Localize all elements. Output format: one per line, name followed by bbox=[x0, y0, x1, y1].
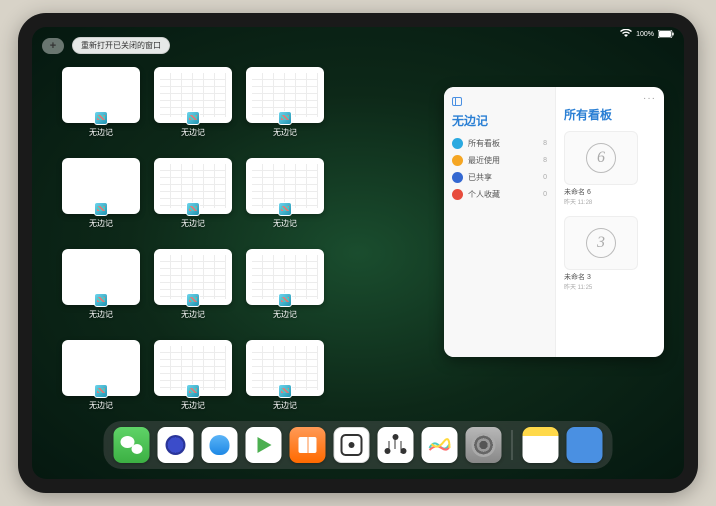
freeform-app-icon bbox=[278, 384, 292, 398]
freeform-app-icon bbox=[186, 293, 200, 307]
window-thumbnail[interactable]: 无边记 bbox=[62, 340, 140, 411]
window-thumbnail[interactable]: 无边记 bbox=[154, 158, 232, 229]
board-item[interactable]: 3 未命名 3 昨天 11:25 bbox=[564, 216, 656, 291]
thumbnail-label: 无边记 bbox=[89, 218, 113, 229]
clock-icon bbox=[452, 155, 463, 166]
board-preview: 6 bbox=[564, 131, 638, 185]
nodes-icon[interactable] bbox=[378, 427, 414, 463]
panel-right-title: 所有看板 bbox=[564, 106, 656, 123]
thumbnail-label: 无边记 bbox=[181, 127, 205, 138]
thumbnail-label: 无边记 bbox=[89, 309, 113, 320]
dice-icon[interactable] bbox=[334, 427, 370, 463]
window-thumbnail[interactable]: 无边记 bbox=[154, 249, 232, 320]
settings-icon[interactable] bbox=[466, 427, 502, 463]
window-thumbnail[interactable]: 无边记 bbox=[62, 67, 140, 138]
window-thumbnail[interactable]: 无边记 bbox=[62, 158, 140, 229]
top-bar: + 重新打开已关闭的窗口 bbox=[42, 37, 170, 54]
app-folder-icon[interactable] bbox=[567, 427, 603, 463]
thumbnail-label: 无边记 bbox=[181, 400, 205, 411]
category-all-boards[interactable]: 所有看板 8 bbox=[452, 135, 547, 152]
freeform-app-icon bbox=[186, 202, 200, 216]
freeform-icon[interactable] bbox=[422, 427, 458, 463]
board-name: 未命名 6 bbox=[564, 187, 656, 197]
screen: 100% + 重新打开已关闭的窗口 无边记 无边记 无边记 无边记 无边记 无边… bbox=[32, 27, 684, 479]
grid-icon bbox=[452, 138, 463, 149]
category-recent[interactable]: 最近使用 8 bbox=[452, 152, 547, 169]
play-icon[interactable] bbox=[246, 427, 282, 463]
wechat-icon[interactable] bbox=[114, 427, 150, 463]
panel-left-title: 无边记 bbox=[452, 112, 547, 129]
thumbnail-label: 无边记 bbox=[273, 309, 297, 320]
category-favorites[interactable]: 个人收藏 0 bbox=[452, 186, 547, 203]
window-thumbnail[interactable]: 无边记 bbox=[62, 249, 140, 320]
board-time: 昨天 11:25 bbox=[564, 282, 656, 291]
freeform-app-icon bbox=[94, 111, 108, 125]
freeform-app-icon bbox=[94, 202, 108, 216]
board-item[interactable]: 6 未命名 6 昨天 11:28 bbox=[564, 131, 656, 206]
thumbnail-label: 无边记 bbox=[181, 218, 205, 229]
heart-icon bbox=[452, 189, 463, 200]
qqbrowser-icon[interactable] bbox=[202, 427, 238, 463]
quark-icon[interactable] bbox=[158, 427, 194, 463]
ipad-frame: 100% + 重新打开已关闭的窗口 无边记 无边记 无边记 无边记 无边记 无边… bbox=[18, 13, 698, 493]
dock-separator bbox=[512, 430, 513, 460]
window-thumbnail[interactable]: 无边记 bbox=[154, 340, 232, 411]
panel-sidebar: 无边记 所有看板 8 最近使用 8 已共享 0 bbox=[444, 87, 556, 357]
category-shared[interactable]: 已共享 0 bbox=[452, 169, 547, 186]
reopen-closed-window-button[interactable]: 重新打开已关闭的窗口 bbox=[72, 37, 170, 54]
thumbnail-label: 无边记 bbox=[89, 400, 113, 411]
notes-icon[interactable] bbox=[523, 427, 559, 463]
board-name: 未命名 3 bbox=[564, 272, 656, 282]
freeform-app-icon bbox=[94, 384, 108, 398]
window-thumbnail[interactable]: 无边记 bbox=[246, 158, 324, 229]
window-thumbnail[interactable]: 无边记 bbox=[246, 67, 324, 138]
board-time: 昨天 11:28 bbox=[564, 197, 656, 206]
freeform-panel[interactable]: 无边记 所有看板 8 最近使用 8 已共享 0 bbox=[444, 87, 664, 357]
window-grid: 无边记 无边记 无边记 无边记 无边记 无边记 无边记 无边记 无边记 无边记 … bbox=[62, 67, 422, 411]
freeform-app-icon bbox=[278, 111, 292, 125]
freeform-app-icon bbox=[186, 111, 200, 125]
panel-content: ··· 所有看板 6 未命名 6 昨天 11:28 3 未命名 3 昨天 11:… bbox=[556, 87, 664, 357]
more-icon[interactable]: ··· bbox=[564, 93, 656, 104]
wifi-icon bbox=[620, 29, 632, 40]
person-icon bbox=[452, 172, 463, 183]
sidebar-toggle-icon[interactable] bbox=[452, 97, 462, 106]
status-bar: 100% bbox=[620, 29, 674, 40]
freeform-app-icon bbox=[278, 293, 292, 307]
dock bbox=[104, 421, 613, 469]
thumbnail-label: 无边记 bbox=[181, 309, 205, 320]
freeform-app-icon bbox=[278, 202, 292, 216]
board-preview: 3 bbox=[564, 216, 638, 270]
books-icon[interactable] bbox=[290, 427, 326, 463]
freeform-app-icon bbox=[94, 293, 108, 307]
freeform-app-icon bbox=[186, 384, 200, 398]
thumbnail-label: 无边记 bbox=[273, 400, 297, 411]
thumbnail-label: 无边记 bbox=[273, 218, 297, 229]
window-thumbnail[interactable]: 无边记 bbox=[246, 249, 324, 320]
thumbnail-label: 无边记 bbox=[273, 127, 297, 138]
battery-text: 100% bbox=[636, 31, 654, 38]
new-window-button[interactable]: + bbox=[42, 38, 64, 54]
window-thumbnail[interactable]: 无边记 bbox=[246, 340, 324, 411]
thumbnail-label: 无边记 bbox=[89, 127, 113, 138]
battery-icon bbox=[658, 30, 674, 40]
window-thumbnail[interactable]: 无边记 bbox=[154, 67, 232, 138]
